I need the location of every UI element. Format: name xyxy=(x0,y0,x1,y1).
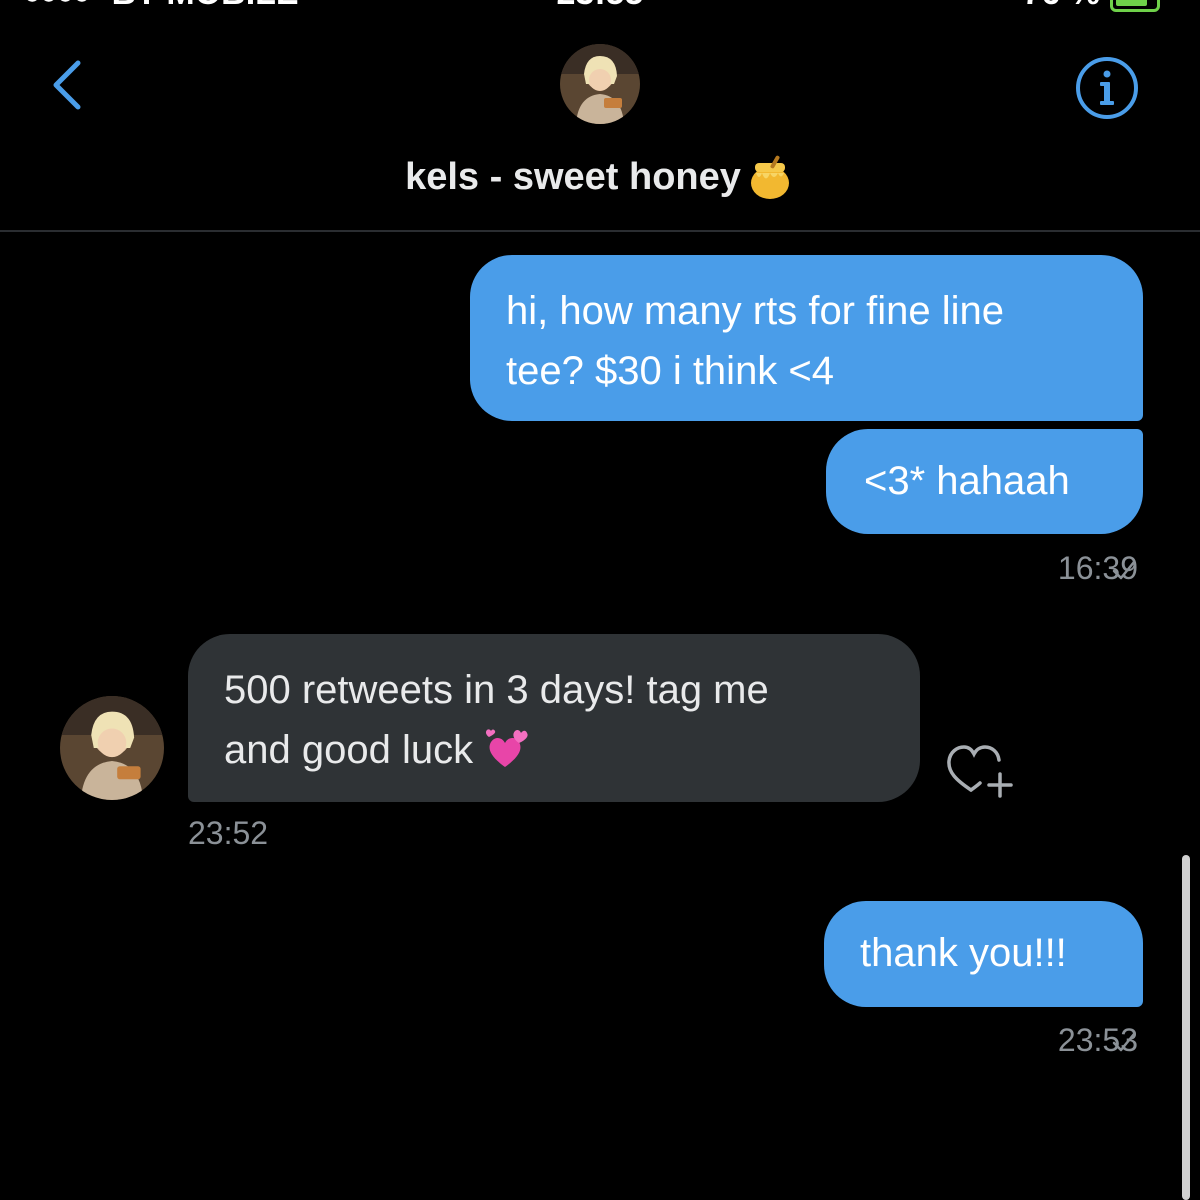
sent-check-icon xyxy=(1112,1032,1136,1052)
contact-avatar[interactable] xyxy=(60,696,164,800)
message-bubble-outgoing[interactable]: <3* hahaah xyxy=(826,429,1143,534)
message-line-with-emoji: and good luck xyxy=(224,720,884,780)
message-text: <3* hahaah xyxy=(864,459,1070,503)
contact-avatar-header[interactable] xyxy=(560,44,640,124)
message-bubble-outgoing[interactable]: hi, how many rts for fine line tee? $30 … xyxy=(470,255,1143,421)
dm-conversation-screen: ●●●● BT MOBILE 23:55 76 % xyxy=(0,0,1200,1200)
message-bubble-outgoing[interactable]: thank you!!! xyxy=(824,901,1143,1007)
heart-plus-icon xyxy=(947,745,1013,798)
conversation-header: kels - sweet honey xyxy=(0,0,1200,232)
info-button[interactable] xyxy=(1074,55,1140,121)
back-button[interactable] xyxy=(40,55,100,115)
message-line: tee? $30 i think <4 xyxy=(506,349,835,393)
message-bubble-incoming[interactable]: 500 retweets in 3 days! tag me and good … xyxy=(188,634,920,802)
sent-check-icon xyxy=(1112,560,1136,580)
info-circle-icon xyxy=(1076,57,1138,119)
message-line: and good luck xyxy=(224,728,474,772)
contact-name-text: kels - sweet honey xyxy=(405,156,741,198)
message-timestamp: 23:52 xyxy=(188,815,269,851)
message-line: hi, how many rts for fine line xyxy=(506,289,1004,333)
message-text: thank you!!! xyxy=(860,931,1067,975)
contact-name[interactable]: kels - sweet honey xyxy=(0,155,1200,201)
message-line: 500 retweets in 3 days! tag me xyxy=(224,668,769,712)
revolving-hearts-icon xyxy=(486,729,528,768)
honey-pot-icon xyxy=(750,155,789,199)
scrollbar[interactable] xyxy=(1182,855,1190,1200)
avatar-image xyxy=(60,696,164,800)
add-reaction-button[interactable] xyxy=(944,738,1016,802)
chevron-left-icon xyxy=(53,60,81,110)
avatar-image xyxy=(560,44,640,124)
